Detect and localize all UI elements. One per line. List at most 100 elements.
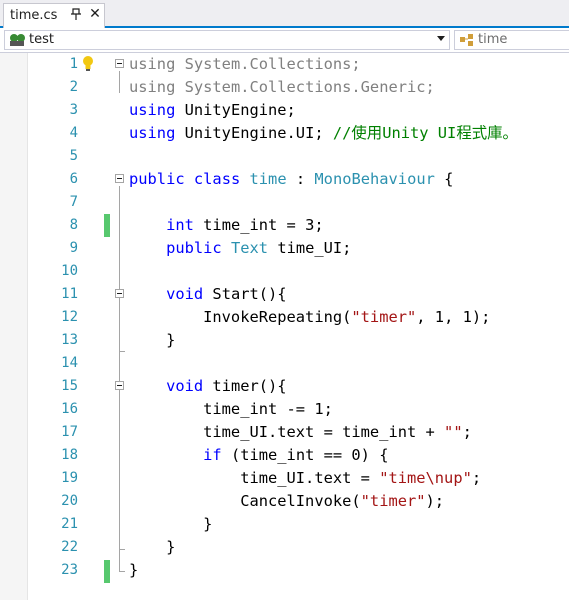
line-number: 12 <box>61 309 78 325</box>
code-line[interactable]: 12 InvokeRepeating("timer", 1, 1); <box>0 306 569 329</box>
code-token: "" <box>444 423 463 441</box>
class-icon <box>460 34 473 46</box>
code-line[interactable]: 13 } <box>0 329 569 352</box>
line-number: 3 <box>69 102 78 118</box>
code-token: time_UI.text = <box>129 469 380 487</box>
code-line[interactable]: 21 } <box>0 513 569 536</box>
code-text: } <box>129 536 175 559</box>
code-token: time <box>249 170 287 188</box>
line-number: 8 <box>69 217 78 233</box>
code-token: } <box>129 331 176 349</box>
line-number: 23 <box>61 562 78 578</box>
code-line[interactable]: 20 CancelInvoke("timer"); <box>0 490 569 513</box>
close-icon[interactable]: ✕ <box>89 7 101 21</box>
code-text: } <box>129 329 175 352</box>
project-dropdown-value: test <box>29 32 54 47</box>
dropdown-arrow-icon[interactable] <box>437 36 445 41</box>
code-text: using System.Collections.Generic; <box>129 76 435 99</box>
code-token: int <box>166 216 194 234</box>
code-token: void <box>166 285 204 303</box>
code-text: } <box>129 513 212 536</box>
code-line[interactable]: 22 } <box>0 536 569 559</box>
collapse-icon[interactable] <box>115 381 124 390</box>
code-text: public class time : MonoBehaviour { <box>129 168 453 191</box>
code-token: using <box>129 101 176 119</box>
code-token: "timer" <box>360 492 426 510</box>
code-token: time_UI; <box>268 239 352 257</box>
code-token: } <box>129 515 213 533</box>
code-token: System.Collections.Generic; <box>175 78 435 96</box>
code-token: ; <box>471 469 482 487</box>
code-token: public <box>166 239 222 257</box>
collapse-icon[interactable] <box>115 174 124 183</box>
code-line[interactable]: 23} <box>0 559 569 582</box>
code-token: using <box>129 55 176 73</box>
code-line[interactable]: 9 public Text time_UI; <box>0 237 569 260</box>
code-token: { <box>434 170 454 188</box>
project-dropdown[interactable]: test <box>4 30 450 50</box>
code-text: } <box>129 559 138 582</box>
code-token: time_int -= 1; <box>129 400 333 418</box>
code-token: using <box>129 78 176 96</box>
code-token: CancelInvoke( <box>129 492 361 510</box>
code-editor[interactable]: 1 using System.Collections; 2 using System.… <box>0 53 569 600</box>
code-line[interactable]: 11 void Start(){ <box>0 283 569 306</box>
code-line[interactable]: 6 public class time : MonoBehaviour { <box>0 168 569 191</box>
code-token: time_int = 3; <box>193 216 324 234</box>
code-line[interactable]: 17 time_UI.text = time_int + ""; <box>0 421 569 444</box>
code-text: void Start(){ <box>129 283 286 306</box>
code-line[interactable]: 2 using System.Collections.Generic; <box>0 76 569 99</box>
code-token: System.Collections; <box>175 55 361 73</box>
line-number: 4 <box>69 125 78 141</box>
type-dropdown[interactable]: time <box>454 30 569 50</box>
collapse-icon[interactable] <box>115 289 124 298</box>
code-token: public <box>129 170 185 188</box>
code-line[interactable]: 1 using System.Collections; <box>0 53 569 76</box>
code-line[interactable]: 7 <box>0 191 569 214</box>
code-text: time_UI.text = "time\nup"; <box>129 467 481 490</box>
code-token: (time_int == 0) { <box>221 446 389 464</box>
code-line[interactable]: 5 <box>0 145 569 168</box>
code-token: ; <box>462 423 472 441</box>
code-token: Text <box>230 239 269 257</box>
line-number: 9 <box>69 240 78 256</box>
code-token: "time\nup" <box>379 469 472 487</box>
code-line[interactable]: 15 void timer(){ <box>0 375 569 398</box>
line-number: 7 <box>69 194 78 210</box>
type-dropdown-value: time <box>478 32 508 47</box>
code-token: , 1, 1); <box>416 308 491 326</box>
line-number: 18 <box>61 447 78 463</box>
code-line[interactable]: 19 time_UI.text = "time\nup"; <box>0 467 569 490</box>
line-number: 17 <box>61 424 78 440</box>
line-number: 2 <box>69 79 78 95</box>
code-line[interactable]: 8 int time_int = 3; <box>0 214 569 237</box>
collapse-icon[interactable] <box>115 59 124 68</box>
navigation-bar: test time <box>0 28 569 53</box>
code-line[interactable]: 16 time_int -= 1; <box>0 398 569 421</box>
code-line[interactable]: 18 if (time_int == 0) { <box>0 444 569 467</box>
document-tab-strip: time.cs ✕ <box>0 0 569 28</box>
code-token: } <box>129 561 139 579</box>
code-token: class <box>193 170 241 188</box>
tab-time-cs[interactable]: time.cs ✕ <box>3 3 105 28</box>
code-line[interactable]: 3 using UnityEngine; <box>0 99 569 122</box>
code-text: using UnityEngine; <box>129 99 296 122</box>
code-text: int time_int = 3; <box>129 214 324 237</box>
code-token: void <box>166 377 204 395</box>
code-token: } <box>129 538 176 556</box>
code-line[interactable]: 10 <box>0 260 569 283</box>
code-line[interactable]: 14 <box>0 352 569 375</box>
code-token: using <box>129 124 176 142</box>
line-number: 13 <box>61 332 78 348</box>
code-token: "timer" <box>351 308 417 326</box>
code-token: InvokeRepeating( <box>129 308 352 326</box>
code-line[interactable]: 4 using UnityEngine.UI; //使用Unity UI程式庫。 <box>0 122 569 145</box>
pin-icon[interactable] <box>70 7 82 21</box>
